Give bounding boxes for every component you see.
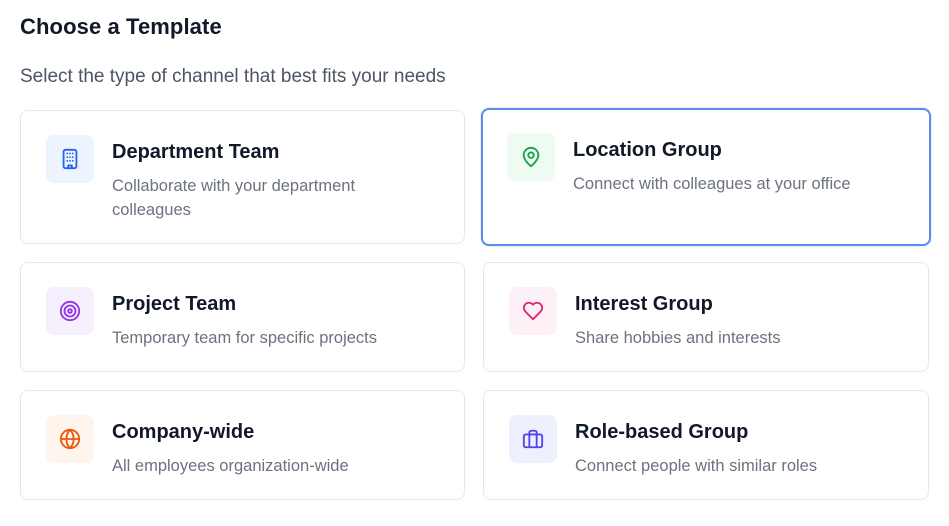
template-card-title: Department Team [112,141,280,163]
template-card-project-team[interactable]: Project Team Temporary team for specific… [20,262,465,372]
building-icon [46,135,94,183]
template-card-company-wide[interactable]: Company-wide All employees organization-… [20,390,465,500]
page-subtitle: Select the type of channel that best fit… [20,66,446,87]
template-card-title: Interest Group [575,293,713,315]
template-card-title: Project Team [112,293,237,315]
template-card-description: All employees organization-wide [112,457,349,475]
heart-icon [509,287,557,335]
target-icon [46,287,94,335]
template-card-description: Temporary team for specific projects [112,329,378,347]
template-card-title: Company-wide [112,421,255,443]
template-card-role-based-group[interactable]: Role-based Group Connect people with sim… [483,390,929,500]
template-chooser: Choose a Template Select the type of cha… [0,0,949,526]
map-pin-icon [507,133,555,181]
template-card-description: Connect with colleagues at your office [573,175,851,193]
globe-icon [46,415,94,463]
template-card-interest-group[interactable]: Interest Group Share hobbies and interes… [483,262,929,372]
template-card-location-group[interactable]: Location Group Connect with colleagues a… [481,108,931,246]
template-card-description: Share hobbies and interests [575,329,781,347]
template-card-title: Role-based Group [575,421,749,443]
template-card-description: Collaborate with your department colleag… [112,177,356,219]
template-card-description: Connect people with similar roles [575,457,818,475]
template-card-department-team[interactable]: Department Team Collaborate with your de… [20,110,465,244]
page-title: Choose a Template [20,14,222,39]
template-card-title: Location Group [573,139,722,161]
briefcase-icon [509,415,557,463]
